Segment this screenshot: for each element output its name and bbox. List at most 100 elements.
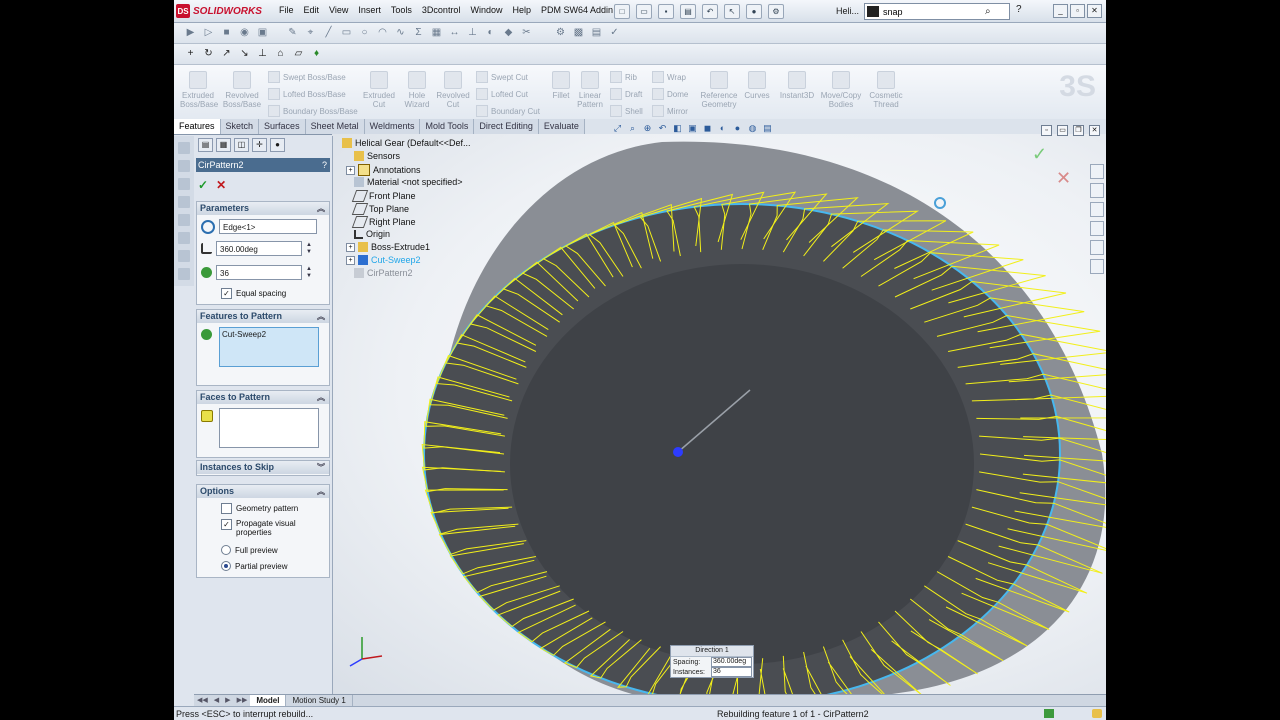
task-pane-appearance-icon[interactable] bbox=[1090, 240, 1104, 255]
strip-tool-8-icon[interactable] bbox=[178, 268, 190, 280]
tree-root[interactable]: Helical Gear (Default<<Def... bbox=[342, 138, 471, 148]
menu-view[interactable]: View bbox=[324, 4, 353, 16]
apply-scene-icon[interactable]: ◍ bbox=[747, 123, 758, 134]
tree-cirpattern[interactable]: CirPattern2 bbox=[354, 268, 413, 278]
strip-tool-2-icon[interactable] bbox=[178, 160, 190, 172]
axis-icon[interactable]: ↗ bbox=[220, 47, 233, 60]
task-pane-explorer-icon[interactable] bbox=[1090, 202, 1104, 217]
boundary-boss-button[interactable]: Boundary Boss/Base bbox=[268, 105, 358, 117]
full-preview-radio[interactable] bbox=[221, 545, 231, 555]
instances-spinner-icon[interactable]: ▲ ▼ bbox=[306, 266, 312, 280]
features-listbox[interactable]: Cut-Sweep2 bbox=[219, 327, 319, 367]
first-tab-icon[interactable]: ◀◀ bbox=[194, 695, 211, 706]
last-tab-icon[interactable]: ▶▶ bbox=[234, 695, 251, 706]
propagate-checkbox[interactable]: ✓ bbox=[221, 519, 232, 530]
section-view-icon[interactable]: ◧ bbox=[672, 123, 683, 134]
geometry-pattern-checkbox[interactable] bbox=[221, 503, 232, 514]
ok-button[interactable]: ✓ bbox=[198, 178, 208, 192]
tab-sheet-metal[interactable]: Sheet Metal bbox=[305, 119, 365, 134]
strip-tool-7-icon[interactable] bbox=[178, 250, 190, 262]
next-tab-icon[interactable]: ▶ bbox=[222, 695, 233, 706]
view-settings-icon[interactable]: ▤ bbox=[762, 123, 773, 134]
collapse-icon[interactable]: ︽ bbox=[317, 310, 325, 323]
swept-cut-button[interactable]: Swept Cut bbox=[476, 71, 528, 83]
sketch-tool-icon[interactable]: ✎ bbox=[286, 26, 299, 39]
edit-macro-icon[interactable]: ▣ bbox=[256, 26, 269, 39]
origin-marker-icon[interactable] bbox=[673, 447, 683, 457]
hide-show-icon[interactable]: ◐ bbox=[717, 123, 728, 134]
expand-icon[interactable]: ︾ bbox=[317, 461, 325, 474]
options-icon[interactable]: ⚙ bbox=[768, 4, 784, 19]
equal-spacing-checkbox[interactable]: ✓ bbox=[221, 288, 232, 299]
angle-field[interactable]: 360.00deg bbox=[216, 241, 302, 256]
check-icon[interactable]: ✓ bbox=[608, 26, 621, 39]
rectangle-icon[interactable]: ▭ bbox=[340, 26, 353, 39]
menu-3dcontrol[interactable]: 3Dcontrol bbox=[417, 4, 466, 16]
configuration-manager-tab-icon[interactable]: ◫ bbox=[234, 138, 249, 152]
tree-top-plane[interactable]: Top Plane bbox=[351, 203, 409, 215]
revolved-cut-button[interactable]: Revolved Cut bbox=[434, 71, 472, 109]
pattern-icon[interactable]: ▤ bbox=[590, 26, 603, 39]
axis-field[interactable]: Edge<1> bbox=[219, 219, 317, 234]
angle-spinner-icon[interactable]: ▲ ▼ bbox=[306, 242, 312, 256]
relation-icon[interactable]: ⊥ bbox=[466, 26, 479, 39]
confirm-cancel-icon[interactable]: ✕ bbox=[1056, 168, 1071, 188]
spline-icon[interactable]: ∿ bbox=[394, 26, 407, 39]
strip-tool-3-icon[interactable] bbox=[178, 178, 190, 190]
menu-file[interactable]: File bbox=[274, 4, 299, 16]
stop-icon[interactable]: ■ bbox=[220, 26, 233, 39]
menu-tools[interactable]: Tools bbox=[386, 4, 417, 16]
plane-icon[interactable]: ▱ bbox=[292, 47, 305, 60]
menu-pdm[interactable]: PDM SW64 Addin bbox=[536, 4, 618, 16]
features-list-item[interactable]: Cut-Sweep2 bbox=[222, 330, 316, 339]
extruded-boss-button[interactable]: Extruded Boss/Base bbox=[180, 71, 218, 109]
anchor-icon[interactable]: ⊥ bbox=[256, 47, 269, 60]
instances-field[interactable]: 36 bbox=[216, 265, 302, 280]
smart-dimension-icon[interactable]: ⌖ bbox=[304, 26, 317, 39]
draft-button[interactable]: Draft bbox=[610, 88, 642, 100]
arc-icon[interactable]: ◠ bbox=[376, 26, 389, 39]
zoom-to-fit-icon[interactable]: ⤢ bbox=[612, 123, 623, 134]
task-pane-library-icon[interactable] bbox=[1090, 183, 1104, 198]
task-pane-custom-icon[interactable] bbox=[1090, 259, 1104, 274]
tree-origin[interactable]: Origin bbox=[354, 229, 390, 239]
strip-tool-5-icon[interactable] bbox=[178, 214, 190, 226]
tree-material[interactable]: Material <not specified> bbox=[354, 177, 463, 187]
display-manager-tab-icon[interactable]: ● bbox=[270, 138, 285, 152]
extruded-cut-button[interactable]: Extruded Cut bbox=[362, 71, 396, 109]
callout-instances-field[interactable]: 36 bbox=[711, 667, 752, 677]
faces-listbox[interactable] bbox=[219, 408, 319, 448]
tree-right-plane[interactable]: Right Plane bbox=[351, 216, 416, 228]
callout-spacing-field[interactable]: 360.00deg bbox=[711, 657, 752, 667]
tab-model[interactable]: Model bbox=[250, 695, 287, 706]
help-icon[interactable]: ? bbox=[1016, 4, 1022, 15]
search-input[interactable] bbox=[883, 6, 983, 17]
boundary-cut-button[interactable]: Boundary Cut bbox=[476, 105, 540, 117]
edit-appearance-icon[interactable]: ● bbox=[732, 123, 743, 134]
solidworks-logo[interactable]: DS SOLIDWORKS bbox=[176, 3, 262, 19]
step-icon[interactable]: ▷ bbox=[202, 26, 215, 39]
shell-button[interactable]: Shell bbox=[610, 105, 643, 117]
confirm-ok-icon[interactable]: ✓ bbox=[1032, 144, 1047, 164]
rotate-icon[interactable]: ↻ bbox=[202, 47, 215, 60]
menu-window[interactable]: Window bbox=[465, 4, 507, 16]
fillet-button[interactable]: Fillet bbox=[548, 71, 574, 100]
zoom-area-icon[interactable]: ⌕ bbox=[627, 123, 638, 134]
expand-icon[interactable]: + bbox=[346, 255, 355, 265]
menu-help[interactable]: Help bbox=[507, 4, 536, 16]
direction-callout[interactable]: Direction 1 Spacing: 360.00deg Instances… bbox=[670, 645, 754, 678]
wrap-button[interactable]: Wrap bbox=[652, 71, 686, 83]
grid-icon[interactable]: ▦ bbox=[430, 26, 443, 39]
lofted-cut-button[interactable]: Lofted Cut bbox=[476, 88, 528, 100]
collapse-icon[interactable]: ︽ bbox=[317, 202, 325, 215]
strip-tool-1-icon[interactable] bbox=[178, 142, 190, 154]
tree-annotations[interactable]: + Annotations bbox=[346, 164, 421, 176]
prev-tab-icon[interactable]: ◀ bbox=[211, 695, 222, 706]
rebuild-icon[interactable]: ● bbox=[746, 4, 762, 19]
tab-sketch[interactable]: Sketch bbox=[220, 119, 260, 134]
instances-to-skip-header[interactable]: Instances to Skip ︾ bbox=[197, 461, 329, 474]
lofted-boss-button[interactable]: Lofted Boss/Base bbox=[268, 88, 346, 100]
new-document-icon[interactable]: □ bbox=[614, 4, 630, 19]
print-icon[interactable]: ▤ bbox=[680, 4, 696, 19]
trim-icon[interactable]: ✂ bbox=[520, 26, 533, 39]
